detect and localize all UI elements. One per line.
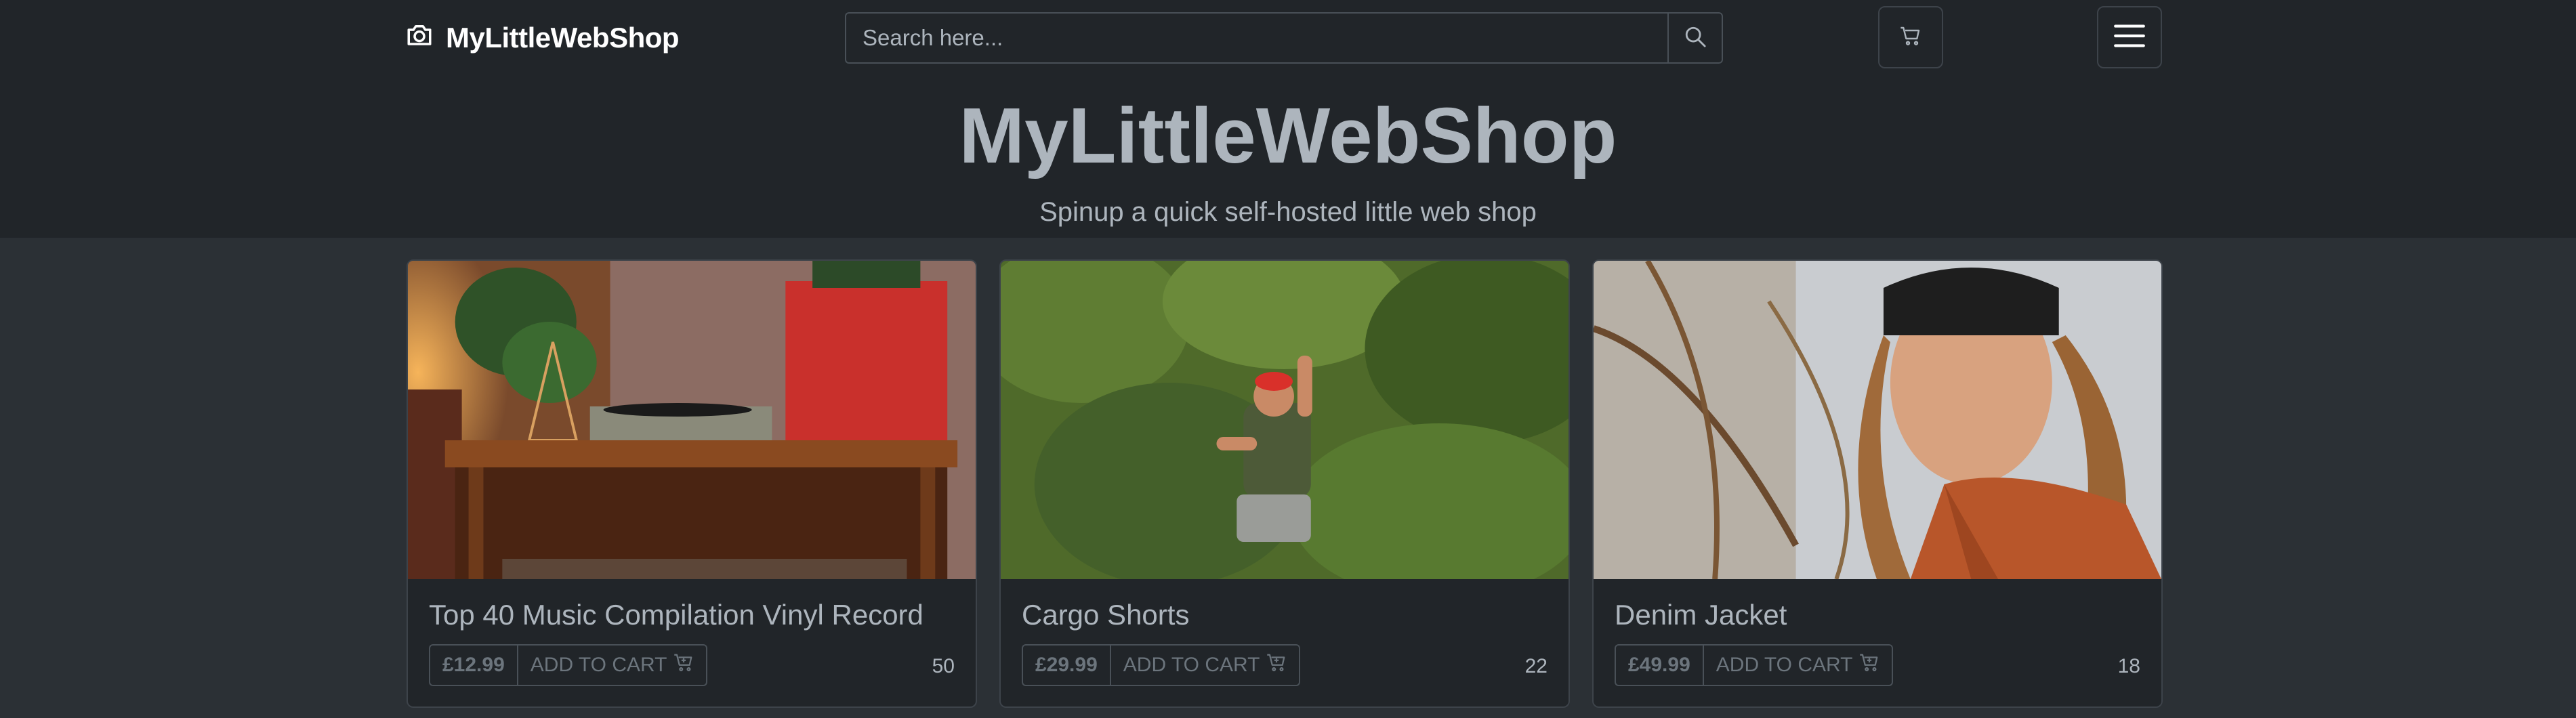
product-stock: 18 <box>2117 655 2140 677</box>
add-to-cart-label: ADD TO CART <box>1716 654 1853 676</box>
product-card[interactable]: Top 40 Music Compilation Vinyl Record £1… <box>407 259 977 708</box>
product-image-cargo-shorts <box>1001 261 1569 579</box>
hero-subtitle: Spinup a quick self-hosted little web sh… <box>1039 197 1537 227</box>
brand-link[interactable]: MyLittleWebShop <box>405 20 680 56</box>
product-stock: 22 <box>1524 655 1547 677</box>
add-to-cart-button[interactable]: ADD TO CART <box>1703 644 1894 686</box>
product-image-vinyl <box>408 261 976 579</box>
product-image-denim-jacket <box>1594 261 2161 579</box>
add-to-cart-label: ADD TO CART <box>1123 654 1260 676</box>
add-to-cart-button[interactable]: ADD TO CART <box>518 644 708 686</box>
hamburger-menu-icon <box>2113 22 2146 53</box>
product-title[interactable]: Denim Jacket <box>1615 599 1787 631</box>
search-button[interactable] <box>1667 12 1723 64</box>
brand-name: MyLittleWebShop <box>446 22 680 54</box>
cart-icon <box>673 652 694 678</box>
cart-icon <box>1266 652 1287 678</box>
product-title[interactable]: Top 40 Music Compilation Vinyl Record <box>429 599 923 631</box>
product-card[interactable]: Cargo Shorts £29.99 ADD TO CART 22 <box>999 259 1570 708</box>
product-actions: £12.99 ADD TO CART <box>429 644 708 686</box>
camera-icon <box>405 20 434 56</box>
search-bar <box>845 12 1723 64</box>
search-input[interactable] <box>845 12 1667 64</box>
cart-icon <box>1900 25 1921 50</box>
cart-button[interactable] <box>1878 6 1943 68</box>
product-stock: 50 <box>932 655 955 677</box>
product-price: £29.99 <box>1022 644 1111 686</box>
add-to-cart-label: ADD TO CART <box>530 654 667 676</box>
product-price: £12.99 <box>429 644 518 686</box>
navbar: MyLittleWebShop <box>0 0 2576 76</box>
product-card[interactable]: Denim Jacket £49.99 ADD TO CART 18 <box>1592 259 2163 708</box>
product-title[interactable]: Cargo Shorts <box>1022 599 1189 631</box>
hero-title: MyLittleWebShop <box>959 91 1617 180</box>
menu-toggle-button[interactable] <box>2097 6 2162 68</box>
product-actions: £29.99 ADD TO CART <box>1022 644 1301 686</box>
add-to-cart-button[interactable]: ADD TO CART <box>1110 644 1301 686</box>
product-actions: £49.99 ADD TO CART <box>1615 644 1894 686</box>
search-icon <box>1684 25 1707 51</box>
cart-icon <box>1859 652 1879 678</box>
product-price: £49.99 <box>1615 644 1704 686</box>
